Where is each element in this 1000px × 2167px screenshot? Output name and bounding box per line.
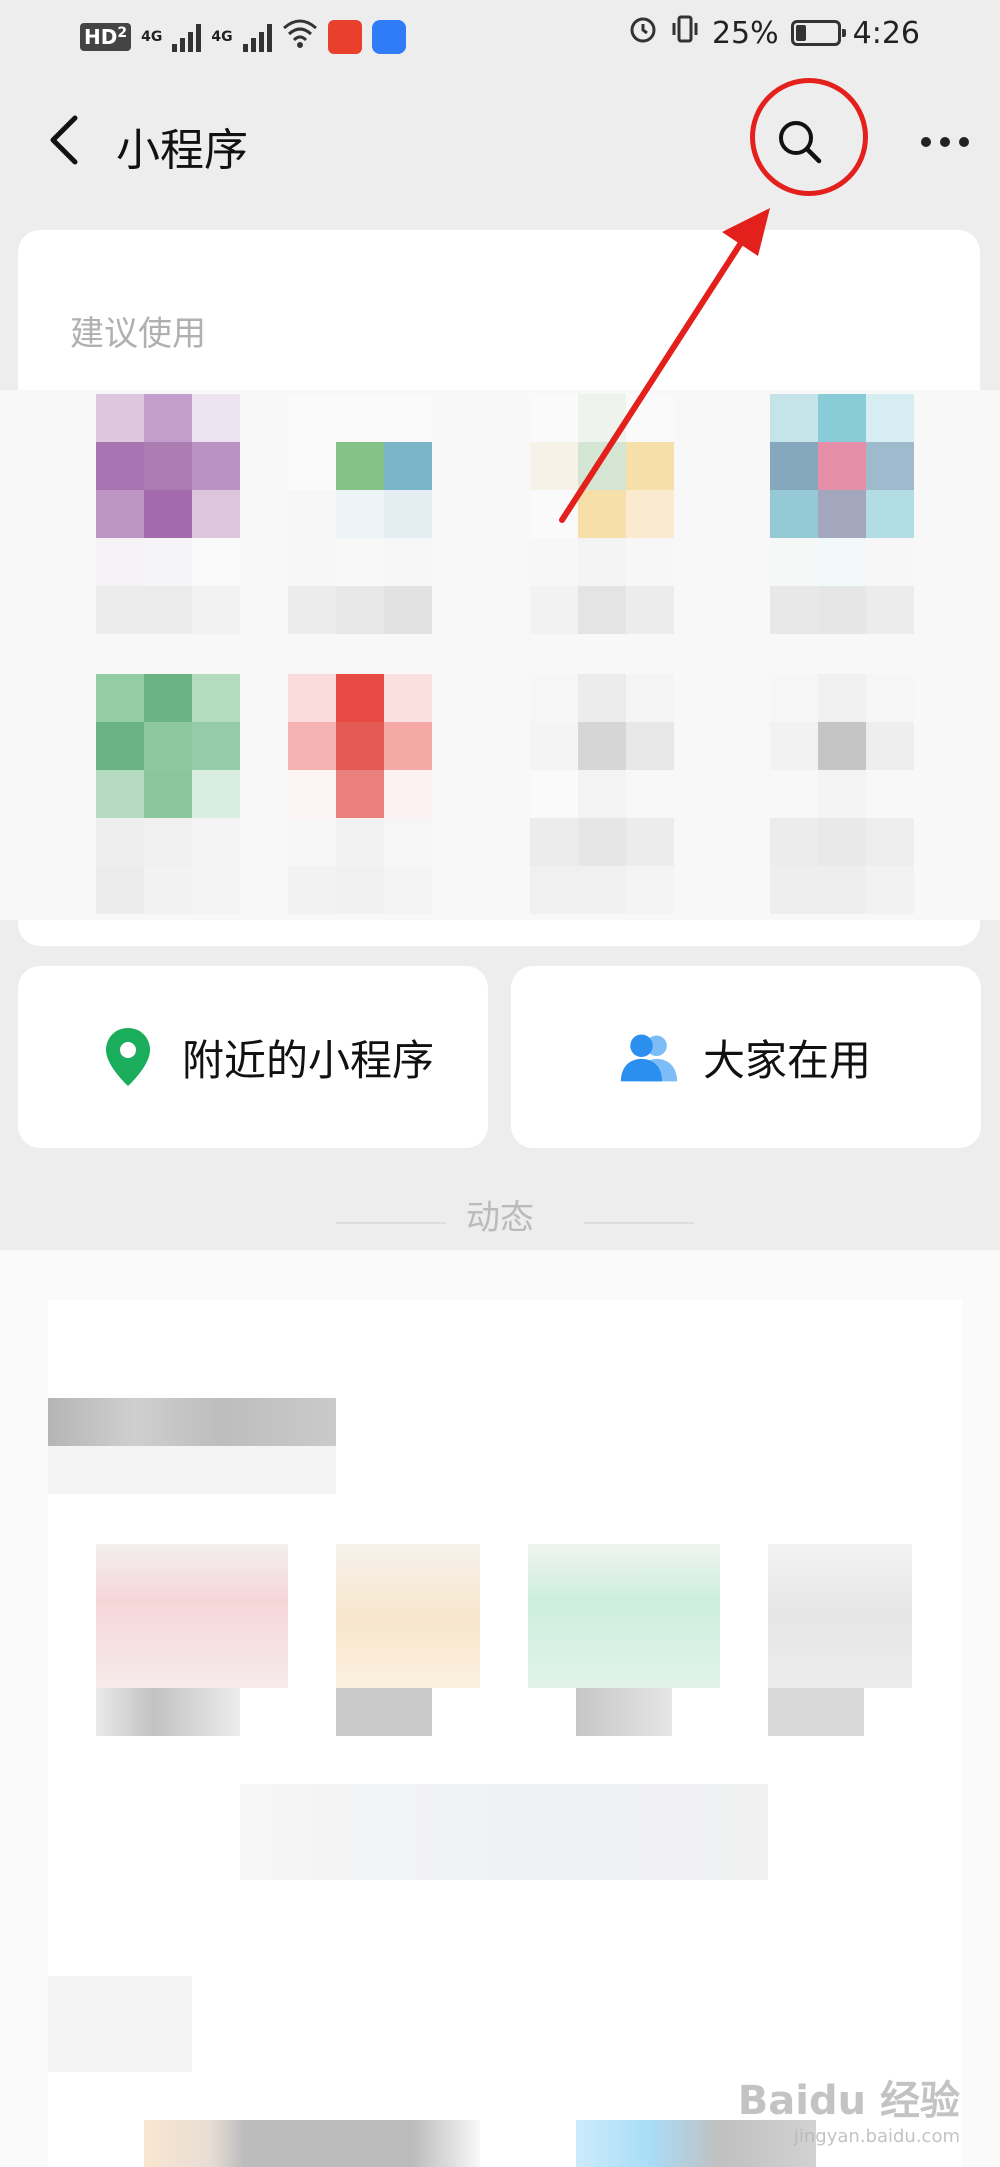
blurred-image-block [768,1544,912,1688]
blurred-app-icon[interactable] [288,674,432,914]
status-right: 25% 4:26 [628,14,920,52]
blurred-text-block [48,1398,336,1446]
app-notification-icon [327,20,362,54]
blurred-text-block [96,1688,240,1736]
blurred-text-block [240,1784,768,1880]
watermark-logo: Baidu 经验 jingyan.baidu.com [737,2078,960,2147]
hd-badge: HD2 [80,23,132,51]
annotation-circle [750,78,868,196]
status-bar: HD2 4G 4G 25% 4:26 [0,0,1000,74]
blurred-text-block [576,1688,672,1736]
app-notification-icon-2 [371,20,406,54]
blurred-text-block [768,1688,864,1736]
battery-icon [790,20,846,46]
feed-card-blurred[interactable] [48,1300,962,2167]
dot-icon [921,137,931,147]
nearby-miniprograms-button[interactable]: 附近的小程序 [18,966,488,1148]
back-button[interactable] [38,110,88,170]
blurred-image-block [336,1544,480,1688]
battery-percent: 25% [711,15,779,51]
signal-icon [172,22,202,52]
blurred-app-icon[interactable] [96,674,240,914]
feed-section-title: 动态 [466,1198,534,1238]
blurred-app-icon[interactable] [530,394,674,634]
dot-icon [940,137,950,147]
popular-label: 大家在用 [703,1035,872,1085]
blurred-image-block [144,2120,480,2167]
blurred-text-block [336,1688,432,1736]
location-pin-icon [98,1027,158,1087]
blurred-app-icon[interactable] [96,394,240,634]
blurred-app-icon[interactable] [288,394,432,634]
blurred-image-block [528,1544,720,1688]
network-type-1: 4G [141,29,163,45]
more-options-button[interactable] [910,112,980,172]
nearby-label: 附近的小程序 [182,1035,435,1085]
blurred-text-block [48,1446,336,1494]
signal-icon-2 [242,22,272,52]
popular-miniprograms-button[interactable]: 大家在用 [511,966,981,1148]
chevron-left-icon [50,115,78,165]
feed-area [0,1250,1000,2167]
page-title: 小程序 [116,125,248,176]
blurred-app-icon[interactable] [770,394,914,634]
alarm-icon [628,14,658,52]
section-label-recommended: 建议使用 [70,314,206,354]
blurred-app-icon[interactable] [770,674,914,914]
clock: 4:26 [852,15,920,51]
dot-icon [959,137,969,147]
users-icon [619,1027,679,1087]
wifi-icon [282,18,318,56]
vibrate-icon [670,14,700,52]
blurred-text-block [48,1976,192,2072]
status-left: HD2 4G 4G [80,18,406,56]
network-type-2: 4G [211,29,233,45]
blurred-image-block [96,1544,288,1688]
blurred-app-icon[interactable] [530,674,674,914]
